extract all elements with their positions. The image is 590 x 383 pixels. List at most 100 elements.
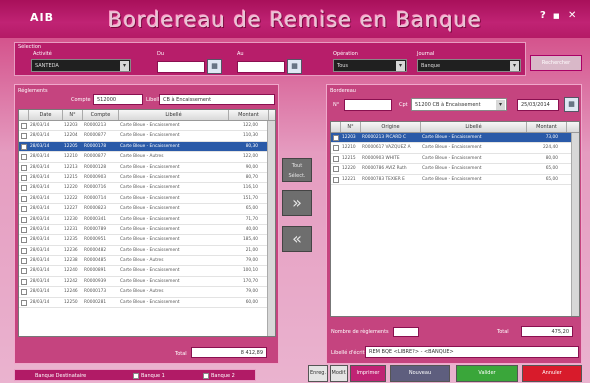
modify-button[interactable]: Modif. [330, 365, 348, 382]
select-all-button[interactable]: Tout Sélect. [282, 158, 312, 182]
row-checkbox[interactable] [333, 135, 339, 141]
bordereau-grid[interactable]: N° Origine Libellé Montant 12203 R0000213… [330, 121, 580, 317]
table-row[interactable]: 28/03/14 12236 R0000482 Carte Bleue - Encai… [19, 246, 275, 257]
table-row[interactable]: 28/03/14 12213 R0000128 Carte Bleue - Encai… [19, 163, 275, 173]
table-row[interactable]: 28/03/14 12222 R0000714 Carte Bleue - Encai… [19, 194, 275, 205]
table-row[interactable]: 28/03/14 12240 R0000891 Carte Bleue - Encai… [19, 266, 275, 277]
row-checkbox[interactable] [21, 216, 27, 223]
cell-date: 28/03/14 [30, 143, 50, 149]
table-row[interactable]: 28/03/14 12230 R0000341 Carte Bleue - Encai… [19, 215, 275, 225]
table-row[interactable]: 28/03/14 12220 R0000716 Carte Bleue - Encai… [19, 183, 275, 194]
row-checkbox[interactable] [333, 145, 339, 152]
table-row[interactable]: 28/03/14 12204 R0000877 Carte Bleue - Encai… [19, 131, 275, 142]
table-row[interactable]: 28/03/14 12210 R0000877 Carte Bleue - Autre… [19, 152, 275, 163]
add-button[interactable]: » [282, 190, 312, 216]
col-num[interactable]: N° [63, 110, 83, 120]
col-montant[interactable]: Montant [229, 110, 269, 120]
libelle-input[interactable]: CB à Encaissement [159, 94, 275, 105]
table-row[interactable]: 12203 R0000213 PICARD C Carte Bleue - Enca… [331, 133, 579, 144]
cell-num: 12242 [64, 278, 78, 284]
ecriture-input[interactable]: REM BQE <LIBRE?> - <BANQUE> [365, 346, 579, 358]
row-checkbox[interactable] [21, 237, 27, 244]
row-checkbox[interactable] [21, 154, 27, 161]
row-checkbox[interactable] [21, 206, 27, 213]
table-row[interactable]: 12215 R0000903 WHITE Carte Bleue - Encaiss… [331, 154, 579, 165]
filter-section: Sélection Activité SANTEDA ▾ Du ▦ Au ▦ Op… [14, 42, 526, 76]
col-compte[interactable]: Compte [83, 110, 119, 120]
row-checkbox[interactable] [21, 247, 27, 254]
col-libelle[interactable]: Libellé [421, 122, 527, 132]
row-checkbox[interactable] [21, 164, 27, 171]
row-checkbox[interactable] [333, 155, 339, 162]
new-button[interactable]: Nouveau [390, 365, 450, 382]
row-checkbox[interactable] [333, 166, 339, 173]
calendar-icon[interactable]: ▦ [287, 59, 302, 74]
minimize-icon[interactable]: ■ [553, 12, 560, 20]
cell-libelle: Carte Bleue - Encaissement [120, 185, 180, 191]
col-origine[interactable]: Origine [361, 122, 421, 132]
row-checkbox[interactable] [21, 185, 27, 192]
calendar-icon[interactable]: ▦ [207, 59, 222, 74]
table-row[interactable]: 12210 R0000617 VAZQUEZ A Carte Bleue - Enc… [331, 143, 579, 154]
table-row[interactable]: 28/03/14 12231 R0000789 Carte Bleue - Encai… [19, 225, 275, 236]
calendar-icon[interactable]: ▦ [564, 97, 579, 112]
row-checkbox[interactable] [21, 174, 27, 181]
table-row[interactable]: 28/03/14 12227 R0000823 Carte Bleue - Encai… [19, 204, 275, 215]
cell-compte: R0000213 [84, 123, 107, 128]
remove-button[interactable]: « [282, 226, 312, 252]
table-row[interactable]: 28/03/14 12235 R0000951 Carte Bleue - Encai… [19, 235, 275, 246]
table-row[interactable]: 28/03/14 12215 R0000903 Carte Bleue - Encai… [19, 173, 275, 184]
print-button[interactable]: Imprimer [350, 365, 386, 382]
close-icon[interactable]: ✕ [568, 10, 576, 21]
row-checkbox[interactable] [21, 289, 27, 296]
cell-num: 12220 [64, 185, 78, 191]
col-check[interactable] [19, 110, 29, 120]
table-row[interactable]: 28/03/14 12238 R0000485 Carte Bleue - Autre… [19, 256, 275, 267]
date-from-input[interactable] [157, 61, 205, 73]
reglements-grid[interactable]: Date N° Compte Libellé Montant 28/03/14 1… [18, 109, 276, 337]
row-checkbox[interactable] [21, 195, 27, 202]
activite-select[interactable]: SANTEDA ▾ [31, 59, 131, 72]
validate-button[interactable]: Valider [456, 365, 518, 382]
banque1-checkbox[interactable] [133, 373, 139, 379]
cell-montant: 79,00 [245, 289, 258, 295]
banque2-checkbox[interactable] [203, 373, 209, 379]
col-libelle[interactable]: Libellé [119, 110, 229, 120]
col-date[interactable]: Date [29, 110, 63, 120]
bordereau-date-input[interactable]: 25/03/2014 [517, 99, 559, 111]
table-row[interactable]: 28/03/14 12205 R0000178 Carte Bleue - Encai… [19, 141, 275, 153]
row-checkbox[interactable] [21, 278, 27, 285]
compte-input[interactable]: 512000 [93, 94, 143, 105]
help-icon[interactable]: ? [540, 10, 546, 21]
table-row[interactable]: 12221 R0000783 TEXIER E Carte Bleue - Enca… [331, 175, 579, 185]
table-row[interactable]: 12220 R0000786 AVIZ Ruth Carte Bleue - Enc… [331, 164, 579, 175]
right-total-label: Total [497, 329, 509, 335]
row-checkbox[interactable] [21, 226, 27, 233]
cancel-button[interactable]: Annuler [522, 365, 582, 382]
table-row[interactable]: 28/03/14 12250 R0000281 Carte Bleue - Encai… [19, 298, 275, 309]
row-checkbox[interactable] [333, 176, 339, 183]
table-row[interactable]: 28/03/14 12203 R0000213 Carte Bleue - Encai… [19, 121, 275, 132]
col-montant[interactable]: Montant [527, 122, 567, 132]
search-button[interactable]: Rechercher [530, 55, 582, 71]
table-row[interactable]: 28/03/14 12246 R0000173 Carte Bleue - Autre… [19, 287, 275, 298]
row-checkbox[interactable] [21, 133, 27, 140]
cell-compte: R0000128 [84, 164, 107, 170]
row-checkbox[interactable] [21, 268, 27, 275]
vertical-scrollbar[interactable] [571, 133, 579, 316]
row-checkbox[interactable] [21, 123, 27, 129]
journal-select[interactable]: Banque ▾ [417, 59, 521, 72]
row-checkbox[interactable] [21, 299, 27, 306]
row-checkbox[interactable] [21, 143, 27, 150]
vertical-scrollbar[interactable] [267, 121, 275, 336]
row-checkbox[interactable] [21, 258, 27, 265]
date-to-input[interactable] [237, 61, 285, 73]
cell-date: 28/03/14 [30, 174, 50, 180]
compte-select[interactable]: 51200 CB à Encaissement ▾ [411, 98, 507, 111]
col-num[interactable]: N° [341, 122, 361, 132]
operation-select[interactable]: Tous ▾ [333, 59, 407, 72]
table-row[interactable]: 28/03/14 12242 R0000939 Carte Bleue - Encai… [19, 277, 275, 288]
bordereau-num-input[interactable] [344, 99, 392, 111]
save-button[interactable]: Enreg. [308, 365, 328, 382]
col-check[interactable] [331, 122, 341, 132]
